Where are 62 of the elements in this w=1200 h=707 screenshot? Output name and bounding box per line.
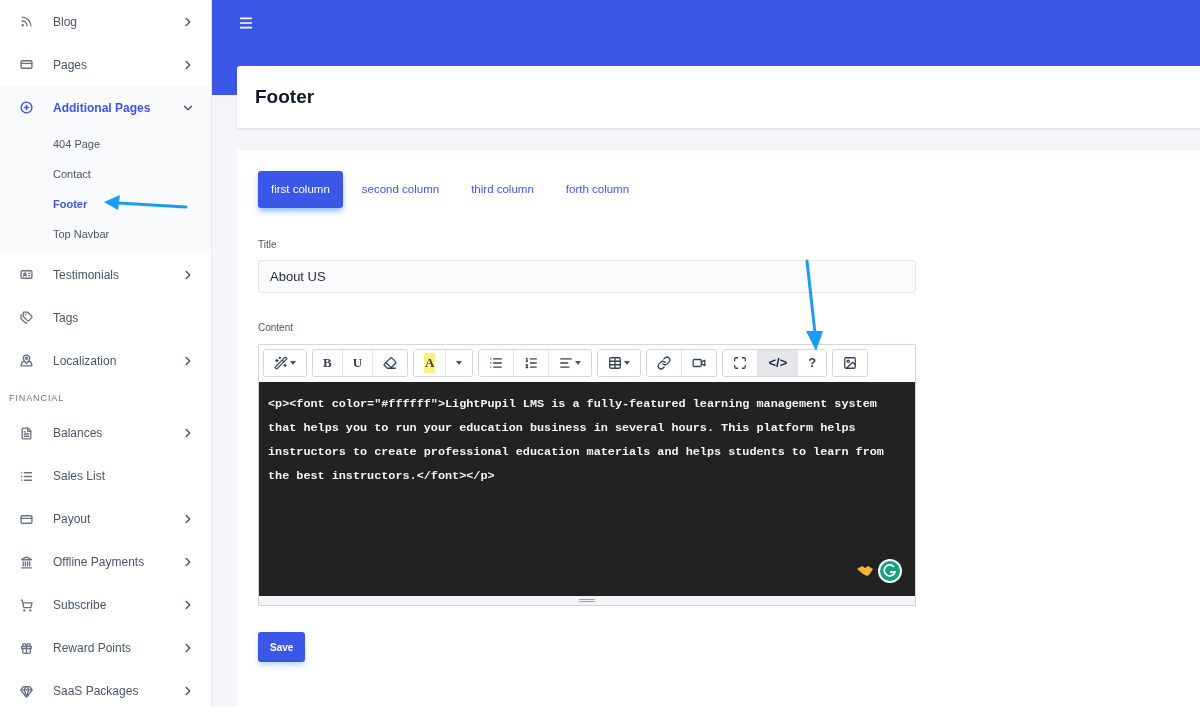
resize-handle[interactable]: [259, 596, 915, 605]
sidebar-item[interactable]: Testimonials: [0, 253, 211, 296]
gem-icon: [20, 684, 33, 698]
card-icon: [20, 58, 33, 71]
magic-wand-icon: [274, 356, 288, 370]
magic-wand-button[interactable]: [264, 350, 306, 376]
title-input[interactable]: About US: [258, 260, 916, 293]
bullet-list-button[interactable]: [479, 350, 515, 376]
fullscreen-icon: [733, 356, 748, 370]
section-label: FINANCIAL: [8, 392, 65, 405]
sidebar-item[interactable]: Sales List: [0, 454, 211, 498]
submenu-item[interactable]: 404 Page: [0, 129, 211, 159]
sidebar-item[interactable]: Additional Pages: [0, 86, 211, 129]
cart-icon: [20, 598, 33, 612]
column-tab[interactable]: second column: [348, 171, 453, 208]
sidebar-item[interactable]: SaaS Packages: [0, 669, 211, 707]
sidebar-item[interactable]: Balances: [0, 411, 211, 455]
map-icon: [20, 354, 33, 367]
field-label: Content: [258, 321, 294, 335]
id-card-icon: [20, 268, 33, 281]
submenu-item[interactable]: Top Navbar: [0, 219, 211, 249]
format-button[interactable]: B: [313, 350, 343, 376]
eraser-icon: [383, 356, 398, 370]
sidebar-item[interactable]: Blog: [0, 0, 211, 43]
card-icon: [20, 512, 33, 526]
link-icon: [657, 356, 672, 370]
sidebar-item[interactable]: Tags: [0, 296, 211, 339]
sidebar-item[interactable]: Subscribe: [0, 583, 211, 627]
document-icon: [20, 426, 33, 440]
column-tab[interactable]: forth column: [552, 171, 643, 208]
column-tab[interactable]: first column: [258, 171, 343, 208]
format-button[interactable]: A: [414, 350, 447, 376]
sidebar-item[interactable]: Reward Points: [0, 626, 211, 670]
video-icon: [692, 356, 707, 370]
fullscreen-button[interactable]: [723, 350, 759, 376]
submenu-item[interactable]: Contact: [0, 159, 211, 189]
link-button[interactable]: [647, 350, 683, 376]
grammar-assistant-icon[interactable]: [877, 558, 903, 584]
rss-icon: [20, 15, 33, 28]
tags-icon: [20, 311, 33, 324]
numbered-list-icon: [524, 356, 539, 370]
table-button[interactable]: [598, 350, 641, 376]
image-icon: [843, 356, 858, 370]
column-tab[interactable]: third column: [458, 171, 547, 208]
sidebar-item[interactable]: Offline Payments: [0, 540, 211, 584]
page-title: Footer: [255, 84, 315, 109]
bank-icon: [20, 555, 33, 569]
gift-icon: [20, 641, 33, 655]
bullet-list-icon: [489, 356, 504, 370]
format-button[interactable]: </>: [758, 350, 799, 376]
save-button[interactable]: Save: [258, 632, 306, 662]
list-icon: [20, 469, 33, 483]
table-icon: [608, 356, 623, 370]
code-text: <p><font color="#ffffff">LightPupil LMS is a fully-featured learning management system that helps you to run your education business in several hours. This platform helps instructors to create professional education materials and helps students to learn from the best instructors.</font></p>: [268, 396, 885, 485]
sidebar-item[interactable]: Pages: [0, 43, 211, 86]
align-icon: [559, 356, 574, 370]
sidebar-item[interactable]: Payout: [0, 497, 211, 541]
plus-circle-icon: [20, 101, 33, 114]
sidebar-item[interactable]: Localization: [0, 339, 211, 382]
field-label: Title: [258, 238, 277, 252]
submenu-item[interactable]: Footer: [0, 189, 211, 219]
image-button[interactable]: [833, 350, 868, 376]
